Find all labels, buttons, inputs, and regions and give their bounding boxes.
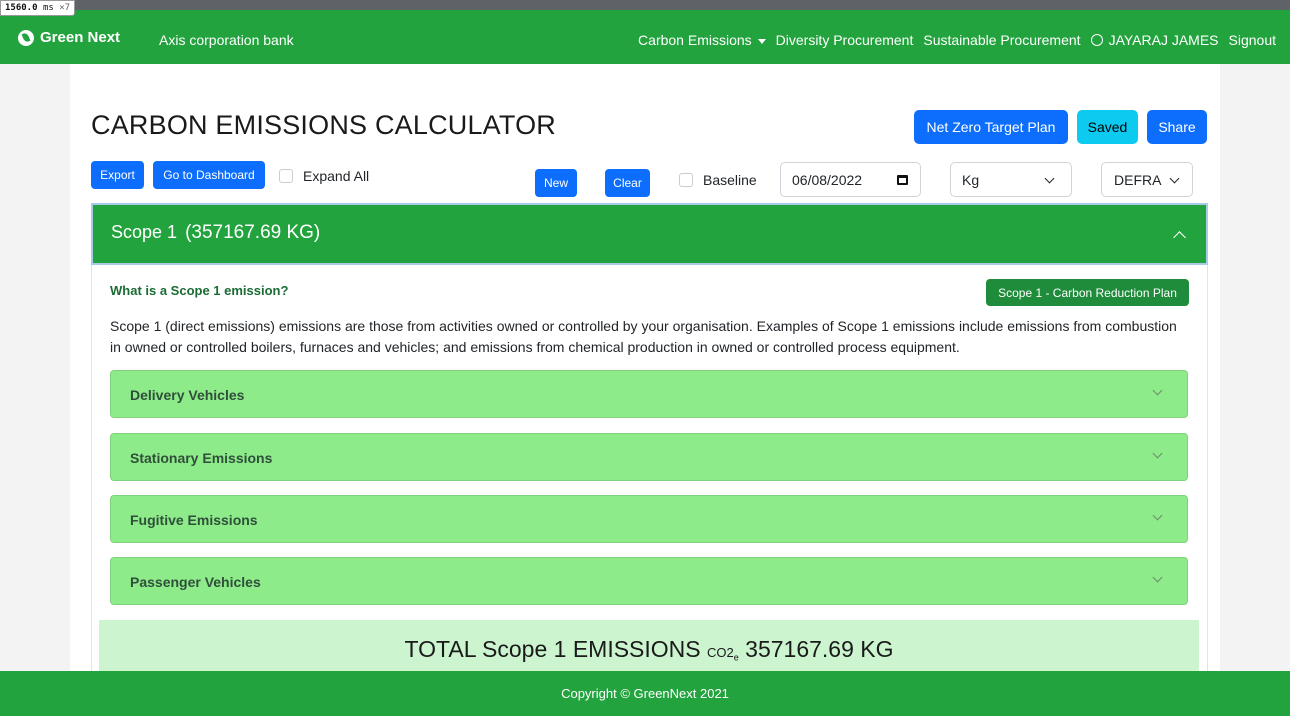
organisation-name: Axis corporation bank xyxy=(159,32,294,48)
chevron-down-icon xyxy=(1152,385,1163,396)
chevron-down-icon xyxy=(1152,448,1163,459)
nav-menu: Carbon Emissions Diversity Procurement S… xyxy=(638,32,1276,48)
saved-button[interactable]: Saved xyxy=(1077,110,1138,144)
co2-unit: CO2e xyxy=(707,645,739,663)
user-icon xyxy=(1090,34,1103,46)
accordion-label: Delivery Vehicles xyxy=(130,387,245,403)
scope-1-title: Scope 1 (357167.69 KG) xyxy=(111,222,321,243)
chevron-up-icon xyxy=(1173,231,1186,244)
chevron-down-icon xyxy=(1152,510,1163,521)
date-input[interactable]: 06/08/2022 xyxy=(780,162,921,197)
date-value: 06/08/2022 xyxy=(792,171,863,188)
share-button[interactable]: Share xyxy=(1147,110,1207,144)
page-title: CARBON EMISSIONS CALCULATOR xyxy=(91,110,556,140)
scope-question: What is a Scope 1 emission? xyxy=(110,283,289,298)
new-button[interactable]: New xyxy=(535,169,577,197)
leaf-logo-icon xyxy=(18,29,34,46)
nav-carbon-emissions[interactable]: Carbon Emissions xyxy=(638,32,766,48)
accordion-delivery-vehicles[interactable]: Delivery Vehicles xyxy=(110,370,1188,418)
brand-name: Green Next xyxy=(40,29,121,46)
accordion-fugitive-emissions[interactable]: Fugitive Emissions xyxy=(110,495,1188,543)
scope-1-accordion-header[interactable]: Scope 1 (357167.69 KG) xyxy=(91,203,1208,265)
accordion-label: Fugitive Emissions xyxy=(130,512,258,528)
unit-select[interactable]: Kg xyxy=(950,162,1072,197)
calendar-icon[interactable] xyxy=(897,175,908,185)
browser-top-strip xyxy=(0,0,1290,10)
accordion-label: Stationary Emissions xyxy=(130,450,273,466)
brand-link[interactable]: Green Next xyxy=(18,29,120,46)
checkbox-box[interactable] xyxy=(279,169,293,183)
unit-value: Kg xyxy=(962,171,980,188)
scope-1-value: (357167.69 KG) xyxy=(185,222,321,243)
go-to-dashboard-button[interactable]: Go to Dashboard xyxy=(153,161,265,189)
baseline-checkbox[interactable]: Baseline xyxy=(679,172,757,188)
chevron-down-icon xyxy=(1044,173,1055,184)
chevron-down-icon xyxy=(1152,572,1163,583)
expand-all-label: Expand All xyxy=(303,168,370,184)
accordion-label: Passenger Vehicles xyxy=(130,574,261,590)
export-button[interactable]: Export xyxy=(91,161,144,189)
chevron-down-icon xyxy=(1169,173,1180,184)
top-navbar: Green Next Axis corporation bank Carbon … xyxy=(0,10,1290,64)
source-value: DEFRA xyxy=(1114,171,1162,188)
nav-signout[interactable]: Signout xyxy=(1229,32,1276,48)
scope-1-carbon-reduction-plan-button[interactable]: Scope 1 - Carbon Reduction Plan xyxy=(986,279,1189,306)
checkbox-box[interactable] xyxy=(679,173,693,187)
nav-sustainable-procurement[interactable]: Sustainable Procurement xyxy=(923,32,1080,48)
scope-description: Scope 1 (direct emissions) emissions are… xyxy=(110,318,1177,355)
nav-diversity-procurement[interactable]: Diversity Procurement xyxy=(776,32,914,48)
nav-user[interactable]: JAYARAJ JAMES xyxy=(1090,32,1219,48)
footer: Copyright © GreenNext 2021 xyxy=(0,671,1290,716)
total-label: TOTAL Scope 1 EMISSIONS xyxy=(404,636,701,662)
baseline-label: Baseline xyxy=(703,172,757,188)
clear-button[interactable]: Clear xyxy=(605,169,650,197)
caret-down-icon xyxy=(757,38,766,44)
accordion-stationary-emissions[interactable]: Stationary Emissions xyxy=(110,433,1188,481)
accordion-passenger-vehicles[interactable]: Passenger Vehicles xyxy=(110,557,1188,605)
total-value: 357167.69 KG xyxy=(745,636,894,662)
timing-badge: 1560.0 ms ×7 xyxy=(0,0,76,16)
total-emissions-banner: TOTAL Scope 1 EMISSIONS CO2e 357167.69 K… xyxy=(99,620,1199,671)
expand-all-checkbox[interactable]: Expand All xyxy=(279,168,369,184)
source-select[interactable]: DEFRA xyxy=(1101,162,1193,197)
net-zero-target-plan-button[interactable]: Net Zero Target Plan xyxy=(914,110,1068,144)
